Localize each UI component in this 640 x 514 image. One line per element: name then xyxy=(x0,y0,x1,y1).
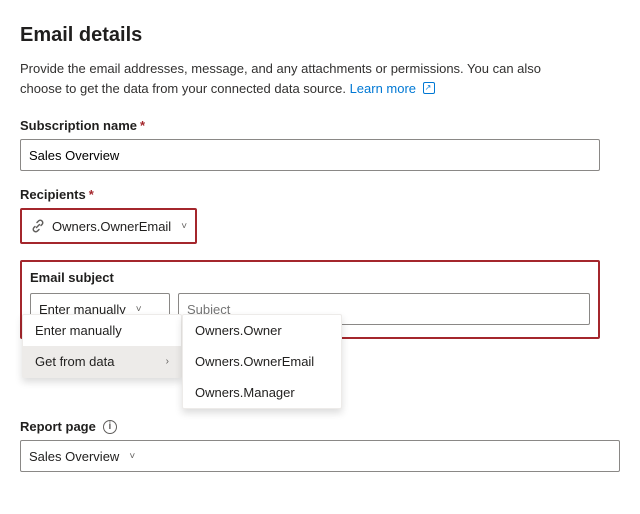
chain-icon xyxy=(30,218,46,234)
required-indicator: * xyxy=(89,187,94,202)
owners-owner-option[interactable]: Owners.Owner xyxy=(183,315,341,346)
external-link-icon xyxy=(423,82,435,94)
recipients-label: Recipients * xyxy=(20,187,620,202)
report-page-info-icon[interactable]: i xyxy=(103,420,117,434)
page-title: Email details xyxy=(20,24,620,47)
recipients-chevron-icon: ˅ xyxy=(181,221,187,232)
recipients-dropdown[interactable]: Owners.OwnerEmail ˅ xyxy=(20,208,197,244)
submenu-chevron-icon: › xyxy=(166,356,169,367)
owners-owner-email-option[interactable]: Owners.OwnerEmail xyxy=(183,346,341,377)
report-page-dropdown[interactable]: Sales Overview ˅ xyxy=(20,440,620,472)
email-subject-container: Email subject Enter manually ˅ Enter man… xyxy=(20,260,600,339)
report-page-chevron-icon: ˅ xyxy=(129,451,135,462)
dropdown-chevron-icon: ˅ xyxy=(136,304,142,315)
email-subject-section: Email subject Enter manually ˅ Enter man… xyxy=(20,260,620,339)
email-subject-label: Email subject xyxy=(30,270,590,285)
required-indicator: * xyxy=(140,118,145,133)
report-page-section: Report page i Sales Overview ˅ xyxy=(20,419,620,472)
get-from-data-option[interactable]: Get from data › xyxy=(23,346,181,377)
report-page-label: Report page i xyxy=(20,419,620,434)
subscription-name-input[interactable] xyxy=(20,139,600,171)
data-source-submenu: Owners.Owner Owners.OwnerEmail Owners.Ma… xyxy=(182,314,342,409)
page-description: Provide the email addresses, message, an… xyxy=(20,59,580,98)
subscription-name-label: Subscription name * xyxy=(20,118,620,133)
report-page-value: Sales Overview xyxy=(29,449,119,464)
owners-manager-option[interactable]: Owners.Manager xyxy=(183,377,341,408)
subscription-name-section: Subscription name * xyxy=(20,118,620,171)
subject-dropdown-menu: Enter manually Get from data › xyxy=(22,314,182,378)
recipients-section: Recipients * Owners.OwnerEmail ˅ xyxy=(20,187,620,244)
recipients-value: Owners.OwnerEmail xyxy=(52,219,171,234)
learn-more-link[interactable]: Learn more xyxy=(350,81,435,96)
enter-manually-option[interactable]: Enter manually xyxy=(23,315,181,346)
